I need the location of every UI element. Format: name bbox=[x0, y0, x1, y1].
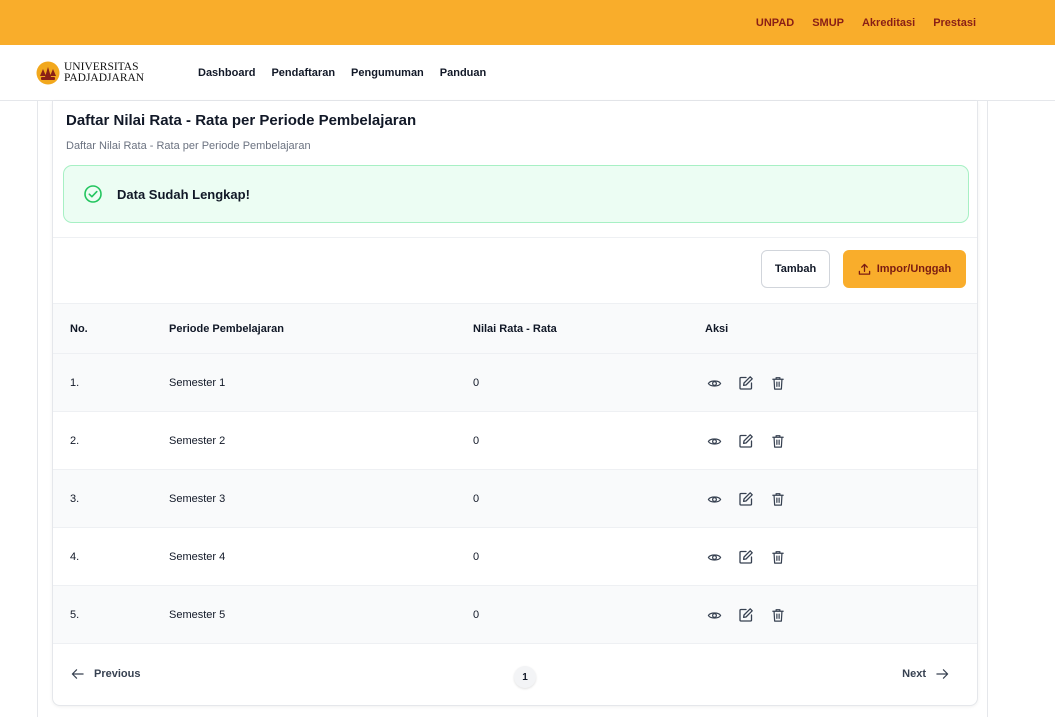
trash-icon[interactable] bbox=[769, 432, 787, 450]
cell-periode: Semester 2 bbox=[169, 435, 226, 447]
header-periode: Periode Pembelajaran bbox=[169, 323, 284, 335]
page-border-left bbox=[37, 101, 38, 717]
cell-no: 2. bbox=[70, 435, 80, 447]
top-link-akreditasi[interactable]: Akreditasi bbox=[862, 17, 915, 29]
divider bbox=[53, 237, 977, 238]
eye-icon[interactable] bbox=[705, 606, 723, 624]
success-alert: Data Sudah Lengkap! bbox=[63, 165, 969, 223]
row-actions bbox=[705, 354, 787, 412]
table-header: No. Periode Pembelajaran Nilai Rata - Ra… bbox=[53, 304, 977, 354]
nav-link-pendaftaran[interactable]: Pendaftaran bbox=[271, 67, 335, 79]
eye-icon[interactable] bbox=[705, 432, 723, 450]
nav-link-dashboard[interactable]: Dashboard bbox=[198, 67, 255, 79]
eye-icon[interactable] bbox=[705, 548, 723, 566]
previous-label: Previous bbox=[94, 668, 141, 680]
nav-link-pengumuman[interactable]: Pengumuman bbox=[351, 67, 424, 79]
edit-icon[interactable] bbox=[737, 432, 755, 450]
cell-periode: Semester 3 bbox=[169, 493, 226, 505]
eye-icon[interactable] bbox=[705, 490, 723, 508]
cell-nilai: 0 bbox=[473, 493, 480, 505]
page-border-right bbox=[987, 101, 988, 717]
page-subtitle: Daftar Nilai Rata - Rata per Periode Pem… bbox=[66, 140, 311, 152]
import-upload-label: Impor/Unggah bbox=[876, 263, 952, 275]
check-circle-icon bbox=[84, 185, 102, 203]
edit-icon[interactable] bbox=[737, 606, 755, 624]
cell-periode: Semester 5 bbox=[169, 609, 226, 621]
cell-nilai: 0 bbox=[473, 609, 480, 621]
logo-line-2: PADJADJARAN bbox=[64, 72, 145, 84]
trash-icon[interactable] bbox=[769, 490, 787, 508]
cell-nilai: 0 bbox=[473, 551, 480, 563]
table-row: 3. Semester 3 0 bbox=[53, 470, 977, 528]
nav-links: Dashboard Pendaftaran Pengumuman Panduan bbox=[198, 45, 486, 101]
upload-icon bbox=[858, 263, 870, 275]
add-button[interactable]: Tambah bbox=[761, 250, 830, 288]
header-no: No. bbox=[70, 323, 88, 335]
logo-text: UNIVERSITAS PADJADJARAN bbox=[64, 61, 145, 84]
eye-icon[interactable] bbox=[705, 374, 723, 392]
cell-no: 1. bbox=[70, 377, 80, 389]
table-row: 1. Semester 1 0 bbox=[53, 354, 977, 412]
table-row: 4. Semester 4 0 bbox=[53, 528, 977, 586]
next-page-button[interactable]: Next bbox=[902, 668, 949, 680]
pagination: Previous 1 Next bbox=[53, 644, 977, 706]
row-actions bbox=[705, 470, 787, 528]
cell-nilai: 0 bbox=[473, 435, 480, 447]
previous-page-button[interactable]: Previous bbox=[71, 668, 140, 680]
table-row: 5. Semester 5 0 bbox=[53, 586, 977, 644]
edit-icon[interactable] bbox=[737, 548, 755, 566]
top-links: UNPAD SMUP Akreditasi Prestasi bbox=[756, 0, 976, 45]
row-actions bbox=[705, 528, 787, 586]
university-logo[interactable]: UNIVERSITAS PADJADJARAN bbox=[36, 56, 144, 90]
row-actions bbox=[705, 586, 787, 644]
top-bar: UNPAD SMUP Akreditasi Prestasi bbox=[0, 0, 1055, 45]
alert-text: Data Sudah Lengkap! bbox=[117, 186, 250, 202]
edit-icon[interactable] bbox=[737, 490, 755, 508]
top-link-prestasi[interactable]: Prestasi bbox=[933, 17, 976, 29]
edit-icon[interactable] bbox=[737, 374, 755, 392]
university-emblem-icon bbox=[36, 61, 60, 85]
next-label: Next bbox=[902, 668, 926, 680]
cell-periode: Semester 1 bbox=[169, 377, 226, 389]
cell-no: 3. bbox=[70, 493, 80, 505]
cell-nilai: 0 bbox=[473, 377, 480, 389]
trash-icon[interactable] bbox=[769, 548, 787, 566]
header-nilai: Nilai Rata - Rata bbox=[473, 323, 557, 335]
page-title: Daftar Nilai Rata - Rata per Periode Pem… bbox=[66, 112, 417, 129]
top-link-unpad[interactable]: UNPAD bbox=[756, 17, 794, 29]
cell-no: 5. bbox=[70, 609, 80, 621]
cell-periode: Semester 4 bbox=[169, 551, 226, 563]
top-link-smup[interactable]: SMUP bbox=[812, 17, 844, 29]
trash-icon[interactable] bbox=[769, 606, 787, 624]
arrow-left-icon bbox=[71, 669, 84, 679]
page-number-button[interactable]: 1 bbox=[514, 666, 536, 688]
row-actions bbox=[705, 412, 787, 470]
content-card: Daftar Nilai Rata - Rata per Periode Pem… bbox=[52, 101, 978, 706]
arrow-right-icon bbox=[936, 669, 949, 679]
main-navbar: UNIVERSITAS PADJADJARAN Dashboard Pendaf… bbox=[0, 45, 1055, 101]
nav-link-panduan[interactable]: Panduan bbox=[440, 67, 486, 79]
header-aksi: Aksi bbox=[705, 323, 729, 335]
cell-no: 4. bbox=[70, 551, 80, 563]
table-row: 2. Semester 2 0 bbox=[53, 412, 977, 470]
trash-icon[interactable] bbox=[769, 374, 787, 392]
import-upload-button[interactable]: Impor/Unggah bbox=[843, 250, 966, 288]
